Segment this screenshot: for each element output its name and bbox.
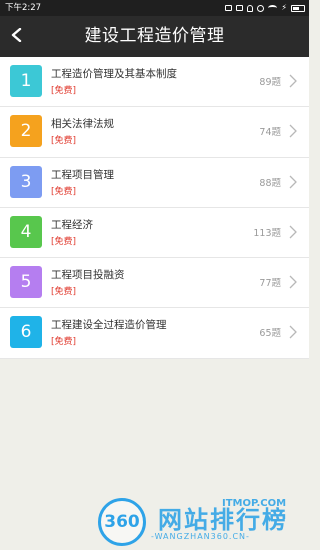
- question-count: 89题: [259, 77, 281, 88]
- list-item[interactable]: 2 相关法律法规 [免费] 74题: [0, 107, 309, 158]
- list-item[interactable]: 5 工程项目投融资 [免费] 77题: [0, 258, 309, 309]
- watermark-url: -WANGZHAN360.CN-: [151, 532, 250, 541]
- item-title: 工程建设全过程造价管理: [51, 319, 167, 332]
- chevron-right-icon: [289, 74, 297, 88]
- watermark-brand: ITMOP.COM: [222, 498, 287, 509]
- item-title: 工程项目管理: [51, 168, 114, 181]
- item-title: 工程造价管理及其基本制度: [51, 68, 177, 80]
- item-title: 工程经济: [51, 218, 93, 231]
- chapter-list: 1 工程造价管理及其基本制度 [免费] 89题 2 相关法律法规 [免费] 74…: [0, 57, 309, 359]
- question-count: 88题: [259, 177, 281, 189]
- number-tile: 5: [10, 266, 42, 299]
- question-count: 113题: [253, 227, 281, 239]
- watermark: 360 网站排行榜 ITMOP.COM -WANGZHAN360.CN-: [96, 496, 306, 550]
- list-item[interactable]: 1 工程造价管理及其基本制度 [免费] 89题: [0, 57, 309, 108]
- page-title: 建设工程造价管理: [84, 26, 225, 46]
- chevron-right-icon: [289, 326, 297, 339]
- number-tile: 4: [10, 215, 42, 248]
- clock-icon: [257, 4, 265, 12]
- free-tag: [免费]: [51, 337, 77, 348]
- question-count: 74题: [259, 127, 281, 139]
- item-title: 工程项目投融资: [51, 269, 125, 282]
- question-count: 65题: [259, 328, 281, 340]
- notification-icon: [236, 5, 244, 11]
- free-tag: [免费]: [51, 86, 77, 96]
- chevron-right-icon: [289, 175, 297, 189]
- chevron-right-icon: [289, 225, 297, 239]
- battery-icon: [291, 4, 305, 12]
- chevron-right-icon: [289, 275, 297, 289]
- free-tag: [免费]: [51, 287, 77, 298]
- number-tile: 2: [10, 115, 42, 148]
- number-tile: 3: [10, 165, 42, 198]
- number-tile: 1: [10, 65, 42, 97]
- watermark-logo-icon: 360: [98, 498, 146, 546]
- list-item[interactable]: 3 工程项目管理 [免费] 88题: [0, 158, 309, 208]
- alarm-bell-icon: [247, 4, 254, 12]
- list-item[interactable]: 4 工程经济 [免费] 113题: [0, 208, 309, 259]
- status-bar: 下午2:27 ⚡: [0, 0, 309, 16]
- item-title: 相关法律法规: [51, 118, 114, 131]
- status-icons: ⚡: [225, 0, 305, 16]
- number-tile: 6: [10, 316, 42, 349]
- list-item[interactable]: 6 工程建设全过程造价管理 [免费] 65题: [0, 308, 309, 359]
- title-bar: 建设工程造价管理: [0, 16, 309, 57]
- free-tag: [免费]: [51, 186, 77, 197]
- chevron-right-icon: [289, 124, 297, 138]
- question-count: 77题: [259, 278, 281, 290]
- status-time: 下午2:27: [5, 3, 42, 13]
- notification-icon: [225, 5, 233, 11]
- free-tag: [免费]: [51, 136, 77, 147]
- free-tag: [免费]: [51, 236, 77, 247]
- charging-icon: ⚡: [281, 3, 287, 12]
- wifi-icon: [268, 5, 278, 11]
